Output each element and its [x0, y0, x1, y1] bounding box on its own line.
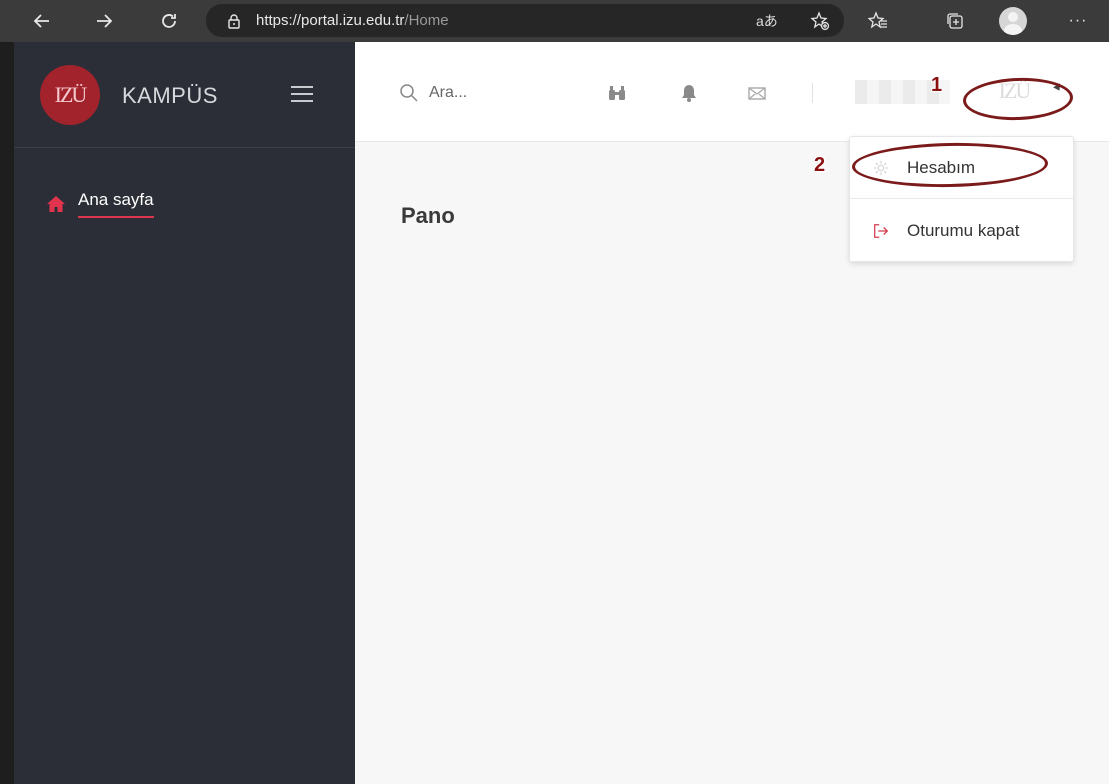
bell-icon[interactable] [679, 83, 699, 103]
back-icon[interactable] [20, 0, 64, 42]
menu-item-logout[interactable]: Oturumu kapat [850, 200, 1075, 262]
search-icon[interactable] [399, 83, 419, 103]
annotation-number-2: 2 [814, 154, 826, 176]
logo[interactable]: IZÜ [40, 65, 100, 125]
sidebar-item-label: Ana sayfa [78, 190, 154, 218]
browser-toolbar: https://portal.izu.edu.tr/Home aあ ··· [0, 0, 1109, 42]
header-divider [812, 83, 813, 103]
collections-icon[interactable] [943, 9, 967, 33]
search-input[interactable] [429, 80, 589, 106]
translate-icon[interactable]: aあ [756, 11, 778, 31]
url-text: https://portal.izu.edu.tr/Home [256, 12, 449, 29]
brand-name: KAMPÜS [122, 83, 218, 108]
menu-toggle-icon[interactable] [291, 86, 313, 104]
menu-item-label: Oturumu kapat [907, 221, 1020, 240]
more-icon[interactable]: ··· [1066, 9, 1090, 33]
window-edge [0, 42, 14, 784]
refresh-icon[interactable] [147, 0, 191, 42]
page-title: Pano [401, 203, 455, 228]
mail-icon[interactable] [747, 83, 767, 103]
profile-avatar[interactable] [999, 7, 1027, 35]
brand-area: IZÜ KAMPÜS [14, 42, 355, 148]
binoculars-icon[interactable] [607, 83, 627, 103]
favorites-icon[interactable] [866, 9, 890, 33]
add-favorite-icon[interactable] [808, 9, 832, 33]
lock-icon [228, 13, 240, 29]
home-icon [47, 196, 65, 212]
annotation-number-1: 1 [931, 74, 943, 96]
sidebar: IZÜ KAMPÜS Ana sayfa [14, 42, 355, 784]
logout-icon [874, 224, 889, 238]
forward-icon[interactable] [82, 0, 126, 42]
sidebar-item-home[interactable]: Ana sayfa [46, 190, 154, 218]
address-bar[interactable]: https://portal.izu.edu.tr/Home [206, 4, 844, 37]
